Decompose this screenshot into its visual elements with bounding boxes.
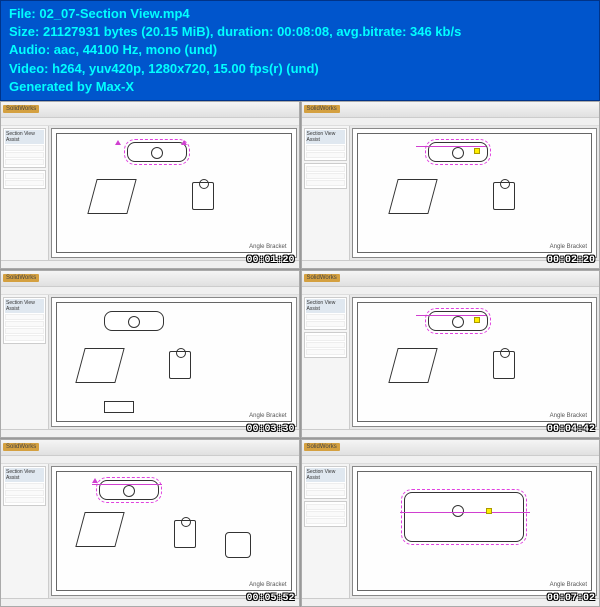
section-arrow-icon xyxy=(115,140,121,145)
property-panel: Section View Assist xyxy=(302,464,350,598)
thumbnail-grid: SolidWorks Section View Assist Angle Bra… xyxy=(0,101,600,607)
part-top-view xyxy=(127,142,187,162)
sheet-label: Angle Bracket xyxy=(550,413,587,419)
part-side-view xyxy=(174,520,196,548)
panel-title: Section View Assist xyxy=(306,468,345,482)
origin-marker-icon xyxy=(474,148,480,154)
part-top-view xyxy=(104,311,164,331)
file-value: 02_07-Section View.mp4 xyxy=(39,6,189,21)
part-side-view xyxy=(169,351,191,379)
part-bracket-view xyxy=(76,512,125,547)
titlebar: SolidWorks xyxy=(302,102,600,118)
titlebar: SolidWorks xyxy=(302,440,600,456)
menubar xyxy=(1,287,299,295)
sheet-label: Angle Bracket xyxy=(550,582,587,588)
timestamp: 00:07:02 xyxy=(547,593,595,604)
sheet-label: Angle Bracket xyxy=(249,582,286,588)
part-side-view xyxy=(192,182,214,210)
part-bracket-view xyxy=(388,348,437,383)
thumbnail-6[interactable]: SolidWorks Section View Assist Angle Bra… xyxy=(301,439,600,607)
app-title: SolidWorks xyxy=(3,105,39,113)
app-title: SolidWorks xyxy=(304,443,340,451)
timestamp: 00:01:20 xyxy=(246,255,294,266)
sheet-label: Angle Bracket xyxy=(249,244,286,250)
thumbnail-1[interactable]: SolidWorks Section View Assist Angle Bra… xyxy=(0,101,300,269)
part-bracket-view xyxy=(388,179,437,214)
menubar xyxy=(302,118,600,126)
app-title: SolidWorks xyxy=(304,105,340,113)
drawing-canvas: Angle Bracket xyxy=(51,297,297,427)
panel-title: Section View Assist xyxy=(306,130,345,144)
timestamp: 00:02:20 xyxy=(547,255,595,266)
drawing-canvas: Angle Bracket xyxy=(352,466,598,596)
part-extra-view xyxy=(104,401,134,413)
property-panel: Section View Assist xyxy=(1,464,49,598)
video-value: h264, yuv420p, 1280x720, 15.00 fps(r) (u… xyxy=(52,61,319,76)
sheet-label: Angle Bracket xyxy=(550,244,587,250)
menubar xyxy=(1,456,299,464)
drawing-canvas: Angle Bracket xyxy=(51,466,297,596)
app-title: SolidWorks xyxy=(3,443,39,451)
section-arrow-icon xyxy=(181,140,187,145)
audio-label: Audio: xyxy=(9,42,50,57)
media-info-header: File: 02_07-Section View.mp4 Size: 21127… xyxy=(0,0,600,101)
drawing-canvas: Angle Bracket xyxy=(352,128,598,258)
section-cut-line xyxy=(416,315,486,316)
app-title: SolidWorks xyxy=(304,274,340,282)
part-bracket-view xyxy=(87,179,136,214)
panel-title: Section View Assist xyxy=(5,130,44,144)
timestamp: 00:05:52 xyxy=(246,593,294,604)
part-top-view xyxy=(99,480,159,500)
titlebar: SolidWorks xyxy=(302,271,600,287)
property-panel: Section View Assist xyxy=(1,126,49,260)
panel-title: Section View Assist xyxy=(5,299,44,313)
drawing-canvas: Angle Bracket xyxy=(51,128,297,258)
section-arrow-icon xyxy=(92,478,98,483)
thumbnail-5[interactable]: SolidWorks Section View Assist Angle Bra xyxy=(0,439,300,607)
timestamp: 00:04:42 xyxy=(547,424,595,435)
menubar xyxy=(1,118,299,126)
origin-marker-icon xyxy=(474,317,480,323)
section-cut-line xyxy=(400,512,530,513)
part-bracket-view xyxy=(76,348,125,383)
part-side-view xyxy=(493,351,515,379)
generated-line: Generated by Max-X xyxy=(9,78,591,96)
panel-title: Section View Assist xyxy=(306,299,345,313)
drawing-canvas: Angle Bracket xyxy=(352,297,598,427)
part-top-view xyxy=(404,492,524,542)
menubar xyxy=(302,287,600,295)
file-label: File: xyxy=(9,6,36,21)
property-panel: Section View Assist xyxy=(1,295,49,429)
origin-marker-icon xyxy=(486,508,492,514)
part-side-view xyxy=(493,182,515,210)
menubar xyxy=(302,456,600,464)
thumbnail-2[interactable]: SolidWorks Section View Assist Angle Bra… xyxy=(301,101,600,269)
thumbnail-3[interactable]: SolidWorks Section View Assist Angle Bra… xyxy=(0,270,300,438)
section-cut-line xyxy=(92,484,162,485)
size-value: 21127931 bytes (20.15 MiB), duration: 00… xyxy=(43,24,461,39)
file-line: File: 02_07-Section View.mp4 xyxy=(9,5,591,23)
size-label: Size: xyxy=(9,24,39,39)
audio-line: Audio: aac, 44100 Hz, mono (und) xyxy=(9,41,591,59)
timestamp: 00:03:30 xyxy=(246,424,294,435)
property-panel: Section View Assist xyxy=(302,126,350,260)
property-panel: Section View Assist xyxy=(302,295,350,429)
section-cut-line xyxy=(416,146,486,147)
app-title: SolidWorks xyxy=(3,274,39,282)
titlebar: SolidWorks xyxy=(1,271,299,287)
thumbnail-4[interactable]: SolidWorks Section View Assist Angle Bra… xyxy=(301,270,600,438)
titlebar: SolidWorks xyxy=(1,102,299,118)
part-section-view xyxy=(225,532,251,558)
video-line: Video: h264, yuv420p, 1280x720, 15.00 fp… xyxy=(9,60,591,78)
titlebar: SolidWorks xyxy=(1,440,299,456)
audio-value: aac, 44100 Hz, mono (und) xyxy=(54,42,217,57)
size-line: Size: 21127931 bytes (20.15 MiB), durati… xyxy=(9,23,591,41)
sheet-label: Angle Bracket xyxy=(249,413,286,419)
video-label: Video: xyxy=(9,61,49,76)
panel-title: Section View Assist xyxy=(5,468,44,482)
